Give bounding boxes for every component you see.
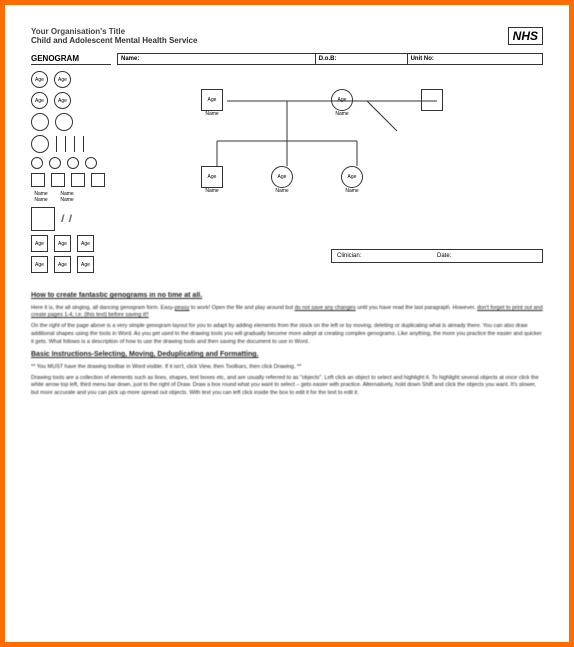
square-icon (421, 89, 443, 111)
org-title: Your Organisation's Title (31, 27, 197, 36)
child2-node: Age Name (271, 166, 293, 194)
circle-icon: Age (331, 89, 353, 111)
age-square-icon: Age (54, 235, 71, 252)
patient-info-box: Name: D.o.B: Unit No: (117, 53, 543, 65)
square-icon: Age (201, 89, 223, 111)
instructions-heading: How to create fantastic genograms in no … (31, 291, 543, 301)
age-circle-icon: Age (54, 71, 71, 88)
name-label: Name (271, 188, 293, 194)
genogram-diagram: Age Name Age Name Age Name Age Name Age … (151, 71, 543, 271)
instructions-p3: ** You MUST have the drawing toolbar in … (31, 364, 543, 372)
age-circle-icon: Age (54, 92, 71, 109)
age-square-icon: Age (77, 235, 94, 252)
circle-icon (31, 135, 49, 153)
org-block: Your Organisation's Title Child and Adol… (31, 27, 197, 45)
name-label: Name (341, 188, 363, 194)
nhs-logo: NHS (508, 27, 543, 45)
partner-node (421, 89, 443, 111)
title-row: GENOGRAM Name: D.o.B: Unit No: (31, 53, 543, 65)
small-circle-icon (49, 157, 61, 169)
line-icon (65, 136, 66, 152)
line-icon (56, 136, 57, 152)
slash-icon: // (61, 214, 63, 225)
document-page: Your Organisation's Title Child and Adol… (0, 0, 574, 647)
child3-node: Age Name (341, 166, 363, 194)
clinician-label: Clinician: (337, 253, 437, 259)
name-label: Name (31, 197, 51, 203)
age-circle-icon: Age (31, 92, 48, 109)
small-circle-icon (31, 157, 43, 169)
line-icon (74, 136, 75, 152)
age-square-icon: Age (31, 235, 48, 252)
circle-icon (31, 113, 49, 131)
square-icon (91, 173, 105, 187)
name-label: Name (57, 197, 77, 203)
name-field-label: Name: (118, 54, 316, 64)
org-subtitle: Child and Adolescent Mental Health Servi… (31, 36, 197, 45)
name-label: Name (201, 188, 223, 194)
large-square-icon (31, 207, 55, 231)
instructions-p2: On the right of the page above is a very… (31, 323, 543, 346)
square-icon (71, 173, 85, 187)
age-square-icon: Age (54, 256, 71, 273)
father-node: Age Name (201, 89, 223, 117)
age-circle-icon: Age (31, 71, 48, 88)
instructions-subheading: Basic Instructions-Selecting, Moving, De… (31, 350, 543, 360)
mother-node: Age Name (331, 89, 353, 117)
unit-field-label: Unit No: (408, 54, 542, 64)
name-label: Name (331, 111, 353, 117)
small-circle-icon (85, 157, 97, 169)
small-circle-icon (67, 157, 79, 169)
main-area: Age Age Age Age (31, 71, 543, 277)
header: Your Organisation's Title Child and Adol… (31, 27, 543, 45)
age-square-icon: Age (77, 256, 94, 273)
square-icon (51, 173, 65, 187)
line-icon (83, 136, 84, 152)
square-icon (31, 173, 45, 187)
dob-field-label: D.o.B: (316, 54, 408, 64)
circle-icon (55, 113, 73, 131)
slash-icon: // (69, 214, 71, 225)
instructions-p1: Here it is, the all singing, all dancing… (31, 305, 543, 320)
instructions: How to create fantastic genograms in no … (31, 291, 543, 398)
child1-node: Age Name (201, 166, 223, 194)
shape-palette: Age Age Age Age (31, 71, 141, 277)
name-label: Name (201, 111, 223, 117)
clinician-box: Clinician: Date: (331, 249, 543, 263)
section-title: GENOGRAM (31, 54, 111, 65)
age-square-icon: Age (31, 256, 48, 273)
square-icon: Age (201, 166, 223, 188)
date-label: Date: (437, 253, 537, 259)
instructions-p4: Drawing tools are a collection of elemen… (31, 375, 543, 398)
circle-icon: Age (341, 166, 363, 188)
circle-icon: Age (271, 166, 293, 188)
